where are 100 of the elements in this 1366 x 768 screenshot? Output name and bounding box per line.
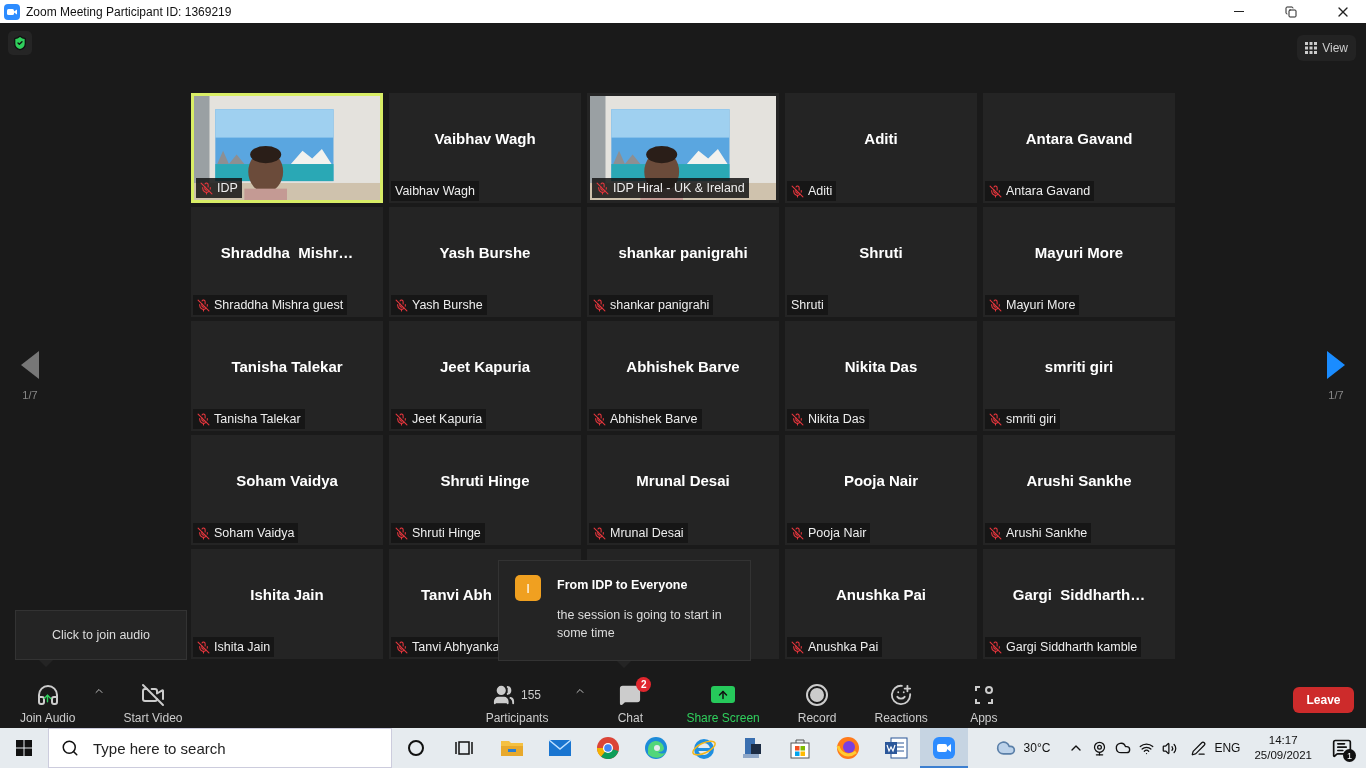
name-tag-text: Antara Gavand [1006,184,1091,198]
participant-name: Shruti [859,243,903,261]
apps-icon [973,684,994,705]
name-tag-text: Mrunal Desai [610,526,684,540]
name-tag-text: IDP Hiral - UK & Ireland [613,181,745,195]
volume-icon[interactable] [1162,740,1178,756]
toolbar-button[interactable]: Join Audio [8,675,88,725]
participant-name: Yash Burshe [439,243,531,261]
toolbar-button[interactable]: 155 Participants [473,675,561,725]
people-icon [493,683,515,706]
participant-name: Vaibhav Wagh [434,129,536,147]
wifi-icon[interactable] [1139,740,1155,756]
participant-name: Tanisha Talekar [231,357,343,375]
participant-name: shankar panigrahi [618,243,748,261]
name-tag-text: Nikita Das [808,412,865,426]
name-tag-text: Arushi Sankhe [1006,526,1088,540]
page-indicator: 1/7 [22,389,38,401]
name-tag-text: Anushka Pai [808,640,879,654]
toolbar-button[interactable]: Record [785,675,849,725]
chat-message: the session is going to start in some time [557,607,723,642]
name-tag-text: Vaibhav Wagh [395,184,475,198]
name-tag-text: Ishita Jain [214,640,271,654]
page-indicator: 1/7 [1328,389,1344,401]
participant-name: Gargi Siddharth… [1012,585,1146,603]
participant-name: Arushi Sankhe [1026,471,1132,489]
toolbar-button[interactable]: Apps [953,675,1014,725]
participant-name: Tanvi Abh [421,585,492,603]
video-camera-icon [932,736,956,760]
weather-icon [995,738,1016,758]
name-tag-text: Yash Burshe [412,298,483,312]
participant-name: Antara Gavand [1025,129,1133,147]
toolbar-button[interactable]: Start Video [111,675,195,725]
search-input[interactable]: Type here to search [91,738,375,758]
restore-icon [1285,5,1297,18]
name-tag-text: Shruti Hinge [412,526,481,540]
clock-time: 14:17 [1268,733,1298,748]
minimize-icon [1234,11,1244,12]
headphones-icon [35,682,60,707]
toolbar-button[interactable]: 2 Chat [600,675,661,725]
cloud-icon[interactable] [1115,740,1132,756]
search-circle-icon [407,739,425,757]
smiley-plus-icon [890,683,913,706]
name-tag-text: Shraddha Mishra guest [214,298,344,312]
camera-icon[interactable] [1092,740,1108,756]
participant-name: smriti giri [1044,357,1114,375]
name-tag-text: Tanvi Abhyanka [412,640,500,654]
share-screen-icon [711,686,736,703]
participant-name: Anushka Pai [836,585,926,603]
participant-name: Pooja Nair [843,471,919,489]
toolbar-button[interactable]: Share Screen [674,675,772,725]
grid-icon [1305,42,1318,54]
folder-icon [500,738,524,758]
name-tag-text: Gargi Siddharth kamble [1006,640,1138,654]
sender-avatar: I [515,575,541,601]
name-tag-text: Shruti [791,298,824,312]
language-indicator: ENG [1214,741,1241,755]
participant-name: Jeet Kapuria [439,357,530,375]
participant-name: Aditi [864,129,898,147]
view-button[interactable]: View [1297,35,1356,61]
name-tag-text: Tanisha Talekar [214,412,301,426]
browser-icon [596,736,620,760]
name-tag-text: smriti giri [1006,412,1056,426]
chat-sender: From IDP to Everyone [557,578,689,592]
clock-date: 25/09/2021 [1254,748,1312,763]
video-off-icon [140,682,165,707]
pen-icon[interactable] [1191,740,1207,756]
participant-name: Ishita Jain [250,585,324,603]
participant-name: Mayuri More [1034,243,1124,261]
previous-page-arrow[interactable] [21,351,39,379]
document-icon [884,737,908,759]
task-view-icon [454,739,474,757]
shopping-bag-icon [789,737,811,759]
participant-name: Nikita Das [844,357,918,375]
window-title: Zoom Meeting Participant ID: 1369219 [26,4,233,19]
app-icon [741,736,763,760]
participant-name: Abhishek Barve [626,357,740,375]
next-page-arrow[interactable] [1327,351,1345,379]
toolbar-button[interactable]: Reactions [862,675,940,725]
leave-button[interactable]: Leave [1293,687,1354,713]
app-logo-icon [4,3,20,20]
name-tag-text: shankar panigrahi [610,298,710,312]
search-field[interactable]: Type here to search [48,728,392,768]
participant-name: Shraddha Mishr… [220,243,354,261]
name-tag-text: Mayuri More [1006,298,1076,312]
record-icon [806,683,829,706]
name-tag-text: Pooja Nair [808,526,867,540]
windows-logo-icon [16,740,32,756]
browser-icon [836,736,860,760]
chat-icon [619,683,642,706]
name-tag-text: Abhishek Barve [610,412,698,426]
mail-icon [548,739,572,757]
browser-icon [644,736,668,760]
participant-name: Mrunal Desai [636,471,730,489]
notification-count: 1 [1343,749,1356,762]
tooltip-text: Click to join audio [52,628,150,642]
name-tag-text: IDP [217,181,238,195]
participant-count: 155 [521,687,542,702]
participant-name: Shruti Hinge [440,471,530,489]
name-tag-text: Jeet Kapuria [412,412,483,426]
security-shield-icon[interactable] [8,31,32,55]
